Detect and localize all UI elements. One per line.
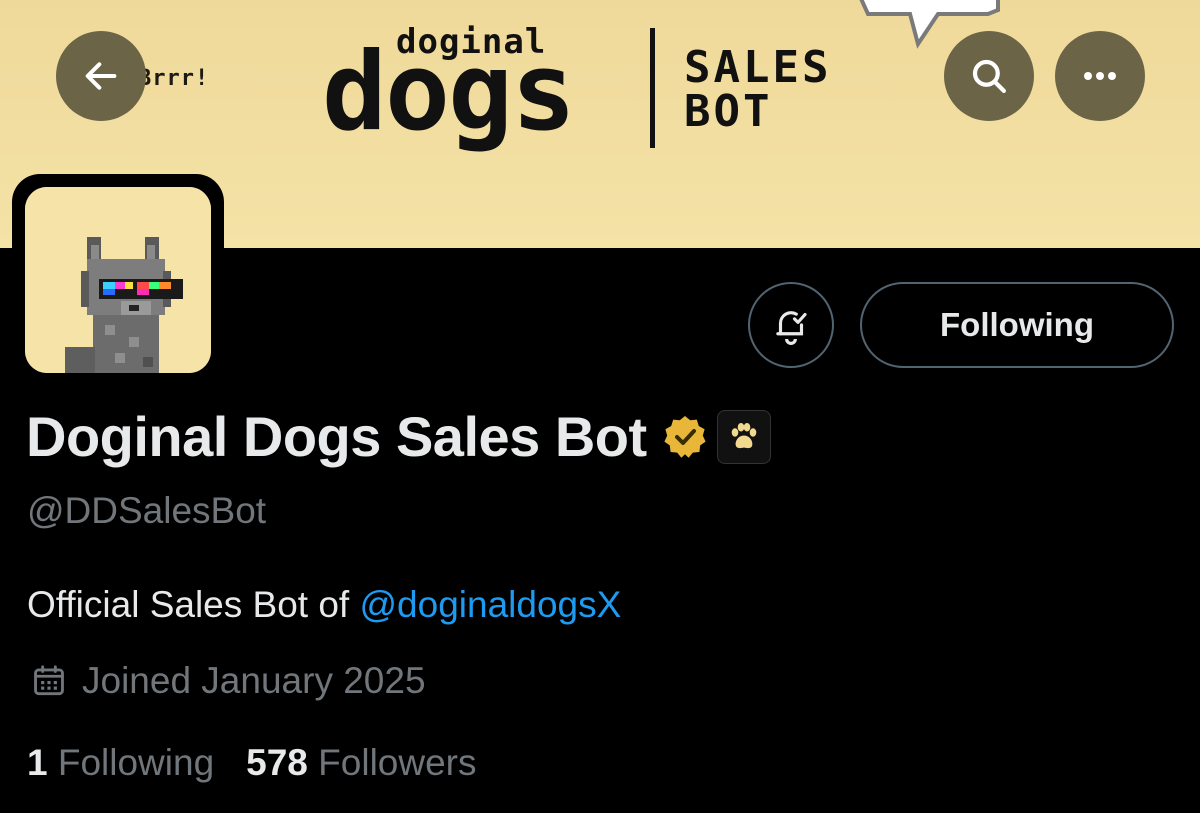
- following-count-link[interactable]: 1 Following: [27, 742, 214, 784]
- bio-mention-link[interactable]: @doginaldogsX: [359, 584, 621, 625]
- logo-divider: [650, 28, 655, 148]
- display-name-row: Doginal Dogs Sales Bot: [26, 404, 771, 469]
- more-button[interactable]: [1055, 31, 1145, 121]
- search-icon: [972, 59, 1006, 93]
- logo-sales-bot-text: SALES BOT: [684, 46, 831, 134]
- logo-bot-text: BOT: [684, 86, 773, 137]
- ellipsis-icon: [1084, 72, 1116, 80]
- avatar-frame[interactable]: [12, 174, 224, 386]
- joined-date: Joined January 2025: [30, 660, 426, 702]
- affiliate-badge[interactable]: [716, 409, 771, 464]
- following-count: 1: [27, 742, 48, 783]
- speech-text: Brrr!: [138, 66, 210, 91]
- notifications-toggle-button[interactable]: [748, 282, 834, 368]
- logo-sales-text: SALES: [684, 42, 832, 93]
- followers-count-link[interactable]: 578 Followers: [246, 742, 476, 784]
- joined-text: Joined January 2025: [82, 660, 426, 701]
- follow-stats: 1 Following 578 Followers: [27, 742, 509, 784]
- search-button[interactable]: [944, 31, 1034, 121]
- bell-check-icon: [776, 311, 807, 345]
- pixel-dog-avatar-icon: [25, 187, 211, 373]
- back-button[interactable]: [56, 31, 146, 121]
- following-label: Following: [57, 742, 215, 783]
- bio-text: Official Sales Bot of: [27, 584, 360, 625]
- avatar[interactable]: [25, 187, 211, 373]
- arrow-left-icon: [85, 62, 117, 90]
- display-name: Doginal Dogs Sales Bot: [26, 405, 647, 468]
- followers-label: Followers: [318, 742, 477, 783]
- handle: @DDSalesBot: [27, 490, 267, 531]
- calendar-icon: [34, 665, 64, 696]
- paw-icon: [731, 422, 756, 448]
- followers-count: 578: [246, 742, 308, 783]
- bio: Official Sales Bot of @doginaldogsX: [27, 584, 621, 626]
- logo-big-text: dogs: [322, 30, 576, 155]
- following-button[interactable]: Following: [860, 282, 1174, 368]
- gold-verified-badge-icon[interactable]: [661, 413, 709, 461]
